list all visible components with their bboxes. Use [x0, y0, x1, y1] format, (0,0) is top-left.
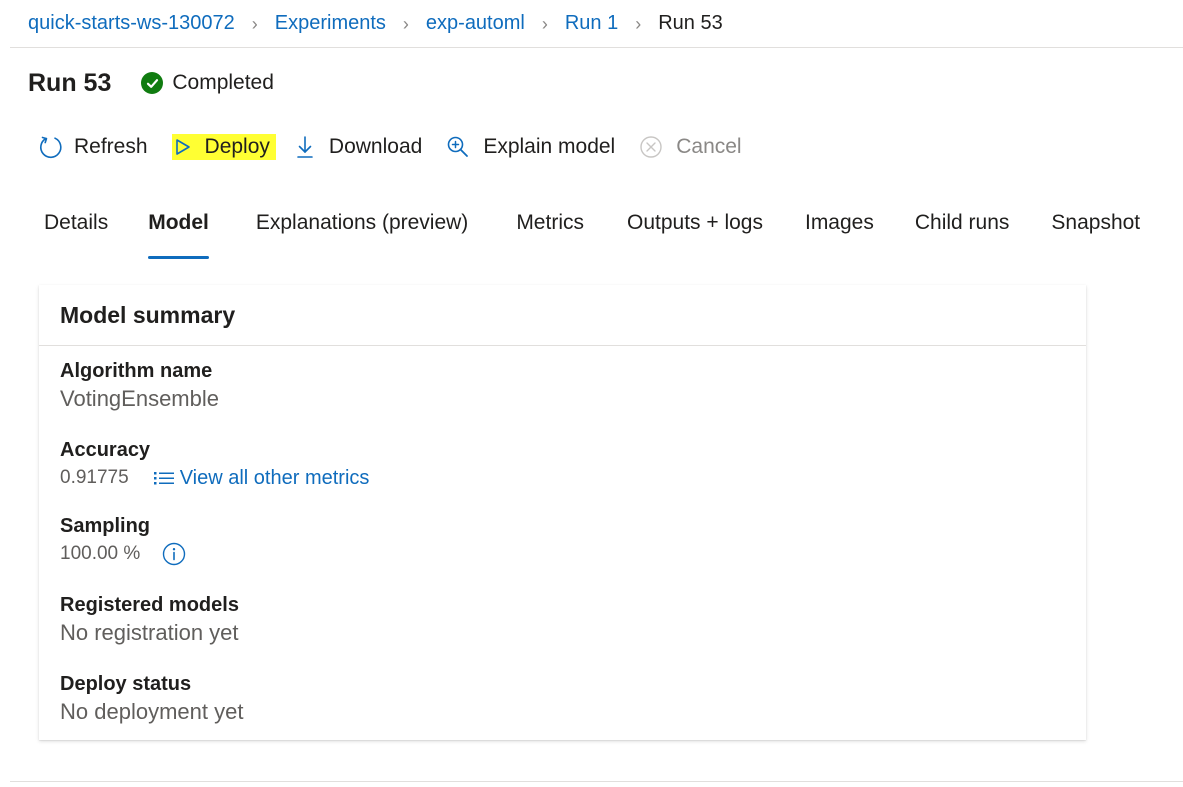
tab-bar: Details Model Explanations (preview) Met…	[44, 205, 1140, 261]
deploy-label: Deploy	[204, 135, 270, 158]
view-all-metrics-link[interactable]: View all other metrics	[153, 463, 370, 493]
explain-model-label: Explain model	[483, 135, 616, 158]
tab-explanations[interactable]: Explanations (preview)	[256, 205, 468, 261]
field-value: VotingEnsemble	[60, 386, 219, 411]
explain-model-button[interactable]: Explain model	[446, 131, 615, 163]
cancel-label: Cancel	[676, 135, 742, 158]
field-label: Registered models	[60, 594, 239, 616]
deploy-button[interactable]: Deploy	[171, 134, 276, 160]
zoom-in-icon	[446, 135, 470, 159]
breadcrumb-item-experiments[interactable]: Experiments	[275, 12, 386, 35]
breadcrumb-item-current: Run 53	[658, 12, 723, 35]
bottom-divider	[10, 781, 1183, 782]
deploy-status-field: Deploy status No deployment yet	[60, 671, 243, 727]
refresh-label: Refresh	[74, 135, 148, 158]
breadcrumb-link[interactable]: Run 1	[565, 12, 618, 35]
status-badge: Completed	[141, 71, 274, 95]
info-icon[interactable]	[162, 542, 186, 566]
download-button[interactable]: Download	[297, 131, 422, 163]
breadcrumb-item-parent-run[interactable]: Run 1	[565, 12, 618, 35]
refresh-button[interactable]: Refresh	[38, 131, 148, 163]
field-label: Accuracy	[60, 439, 151, 461]
cancel-icon	[639, 135, 663, 159]
view-all-metrics-label: View all other metrics	[179, 467, 370, 489]
sampling-field: Sampling 100.00 %	[60, 513, 186, 569]
chevron-right-icon: ›	[402, 13, 409, 34]
field-value: 100.00 %	[60, 543, 141, 564]
breadcrumb: quick-starts-ws-130072 › Experiments › e…	[28, 0, 1183, 47]
chevron-right-icon: ›	[251, 13, 258, 34]
breadcrumb-link[interactable]: quick-starts-ws-130072	[28, 12, 235, 35]
tab-outputs-logs[interactable]: Outputs + logs	[627, 205, 763, 261]
cancel-button[interactable]: Cancel	[639, 131, 742, 163]
field-value: 0.91775	[60, 467, 129, 488]
toolbar: Refresh Deploy Download Explain model Ca…	[38, 127, 742, 167]
tab-images[interactable]: Images	[805, 205, 874, 261]
page-title: Run 53	[28, 68, 112, 97]
accuracy-field: Accuracy 0.91775 View all other metrics	[60, 437, 369, 493]
download-label: Download	[328, 135, 423, 158]
card-title: Model summary	[39, 285, 1086, 346]
field-label: Deploy status	[60, 673, 192, 695]
accuracy-value-row: 0.91775 View all other metrics	[60, 463, 369, 493]
tab-metrics[interactable]: Metrics	[516, 205, 584, 261]
breadcrumb-current-label: Run 53	[658, 12, 723, 34]
field-label: Algorithm name	[60, 360, 213, 382]
breadcrumb-item-workspace[interactable]: quick-starts-ws-130072	[28, 12, 235, 35]
field-value: No deployment yet	[60, 699, 244, 724]
field-value: No registration yet	[60, 620, 239, 645]
status-label: Completed	[172, 71, 274, 94]
breadcrumb-item-experiment[interactable]: exp-automl	[426, 12, 525, 35]
tab-model[interactable]: Model	[148, 205, 209, 261]
bulleted-list-icon	[153, 470, 175, 486]
play-icon	[175, 138, 191, 156]
header-divider	[10, 47, 1183, 48]
chevron-right-icon: ›	[541, 13, 548, 34]
check-circle-icon	[141, 72, 164, 94]
tab-child-runs[interactable]: Child runs	[915, 205, 1010, 261]
title-row: Run 53 Completed	[28, 64, 274, 102]
page: quick-starts-ws-130072 › Experiments › e…	[0, 0, 1183, 787]
breadcrumb-link[interactable]: exp-automl	[426, 12, 525, 35]
chevron-right-icon: ›	[635, 13, 642, 34]
model-summary-card: Model summary Algorithm name VotingEnsem…	[39, 285, 1086, 740]
breadcrumb-link[interactable]: Experiments	[275, 12, 386, 35]
field-label: Sampling	[60, 515, 151, 537]
refresh-icon	[38, 134, 64, 160]
sampling-value-row: 100.00 %	[60, 539, 186, 569]
download-icon	[297, 135, 313, 159]
registered-models-field: Registered models No registration yet	[60, 592, 239, 648]
tab-details[interactable]: Details	[44, 205, 108, 261]
tab-snapshot[interactable]: Snapshot	[1051, 205, 1140, 261]
algorithm-field: Algorithm name VotingEnsemble	[60, 358, 219, 414]
